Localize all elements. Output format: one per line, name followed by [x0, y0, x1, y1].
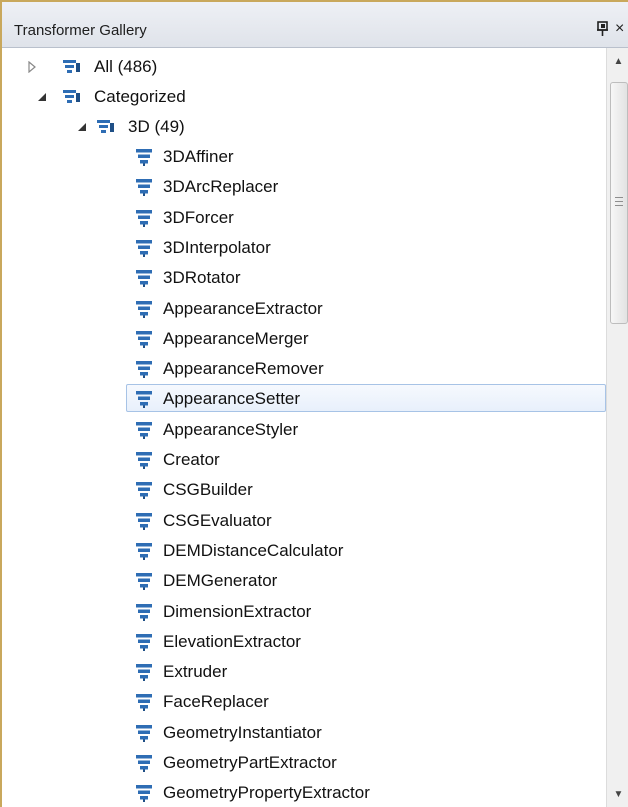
tree-node-transformer[interactable]: DEMDistanceCalculator — [2, 536, 606, 566]
transformer-tree: All (486) Categorized 3D (49) 3DAffiner … — [2, 48, 606, 807]
tree-node-label: GeometryInstantiator — [163, 723, 322, 742]
tree-node-label: 3DAffiner — [163, 147, 234, 166]
tree-node-label: Extruder — [163, 662, 228, 681]
transformer-icon — [134, 541, 154, 561]
tree-node-label: DEMGenerator — [163, 571, 278, 590]
grip-line — [615, 197, 623, 198]
transformer-icon — [134, 662, 154, 682]
expand-arrow-icon[interactable] — [26, 60, 38, 74]
transformer-icon — [134, 420, 154, 440]
transformer-icon — [134, 359, 154, 379]
close-icon[interactable]: × — [615, 20, 628, 38]
tree-node-transformer[interactable]: GeometryPartExtractor — [2, 748, 606, 778]
transformer-icon — [134, 511, 154, 531]
tree-node-label: 3DForcer — [163, 208, 234, 227]
collapse-arrow-icon[interactable] — [76, 120, 88, 132]
tree-node-label: AppearanceRemover — [163, 359, 324, 378]
transformer-gallery-panel: Transformer Gallery × All (486) Categori… — [0, 0, 628, 807]
tree-node-label: DimensionExtractor — [163, 602, 312, 621]
tree-node-label: CSGBuilder — [163, 480, 253, 499]
tree-node-transformer[interactable]: FaceReplacer — [2, 687, 606, 717]
tree-node-all[interactable]: All (486) — [2, 52, 606, 82]
tree-node-transformer[interactable]: AppearanceStyler — [2, 415, 606, 445]
tree-node-label: Categorized — [94, 87, 186, 106]
scroll-up-icon[interactable]: ▲ — [607, 48, 628, 76]
tree-node-transformer[interactable]: AppearanceRemover — [2, 354, 606, 384]
tree-node-3d[interactable]: 3D (49) — [2, 112, 606, 142]
transformer-icon — [134, 329, 154, 349]
tree-node-categorized[interactable]: Categorized — [2, 82, 606, 112]
tree-node-label: AppearanceStyler — [163, 420, 299, 439]
transformer-icon — [134, 147, 154, 167]
tree-node-transformer[interactable]: Extruder — [2, 657, 606, 687]
panel-titlebar: Transformer Gallery × — [2, 2, 628, 48]
tree-node-label: AppearanceSetter — [163, 389, 301, 408]
panel-title: Transformer Gallery — [14, 22, 147, 39]
tree-node-label: All (486) — [94, 57, 158, 76]
transformer-icon — [134, 299, 154, 319]
tree-node-label: ElevationExtractor — [163, 632, 301, 651]
pin-icon[interactable] — [594, 20, 612, 38]
grip-line — [615, 201, 623, 202]
tree-node-transformer[interactable]: DEMGenerator — [2, 566, 606, 596]
transformer-icon — [134, 571, 154, 591]
tree-node-label: AppearanceExtractor — [163, 299, 323, 318]
tree-node-transformer[interactable]: 3DInterpolator — [2, 233, 606, 263]
tree-node-transformer[interactable]: 3DArcReplacer — [2, 172, 606, 202]
tree-node-transformer[interactable]: GeometryInstantiator — [2, 718, 606, 748]
transformer-icon — [134, 450, 154, 470]
tree-node-label: 3DArcReplacer — [163, 177, 279, 196]
transformer-icon — [134, 389, 154, 409]
tree-node-transformer[interactable]: 3DForcer — [2, 203, 606, 233]
collapse-arrow-icon[interactable] — [36, 90, 48, 102]
tree-node-label: AppearanceMerger — [163, 329, 309, 348]
tree-node-transformer[interactable]: CSGEvaluator — [2, 506, 606, 536]
tree-node-label: DEMDistanceCalculator — [163, 541, 344, 560]
transformer-icon — [134, 602, 154, 622]
tree-node-transformer[interactable]: AppearanceSetter — [2, 384, 606, 414]
tree-node-label: CSGEvaluator — [163, 511, 272, 530]
tree-node-transformer[interactable]: CSGBuilder — [2, 475, 606, 505]
tree-node-transformer[interactable]: DimensionExtractor — [2, 597, 606, 627]
grip-line — [615, 205, 623, 206]
tree-node-label: 3DRotator — [163, 268, 241, 287]
scroll-down-icon[interactable]: ▼ — [607, 781, 628, 807]
tree-node-transformer[interactable]: AppearanceExtractor — [2, 294, 606, 324]
tree-node-transformer[interactable]: Creator — [2, 445, 606, 475]
transformer-icon — [134, 208, 154, 228]
scroll-thumb[interactable] — [610, 82, 628, 324]
transformer-icon — [134, 238, 154, 258]
tree-node-label: FaceReplacer — [163, 692, 269, 711]
transformer-icon — [134, 480, 154, 500]
tree-node-label: 3DInterpolator — [163, 238, 271, 257]
tree-node-transformer[interactable]: ElevationExtractor — [2, 627, 606, 657]
transformer-icon — [134, 692, 154, 712]
vertical-scrollbar[interactable]: ▲ ▼ — [606, 48, 628, 807]
tree-node-transformer[interactable]: AppearanceMerger — [2, 324, 606, 354]
transformer-icon — [134, 723, 154, 743]
tree-node-label: 3D (49) — [128, 117, 185, 136]
tree-node-label: GeometryPropertyExtractor — [163, 783, 370, 802]
transformer-icon — [134, 177, 154, 197]
tree-node-transformer[interactable]: 3DAffiner — [2, 142, 606, 172]
transformer-group-icon — [62, 57, 82, 77]
transformer-group-icon — [62, 87, 82, 107]
transformer-icon — [134, 632, 154, 652]
transformer-group-icon — [96, 117, 116, 137]
transformer-icon — [134, 783, 154, 803]
tree-node-transformer[interactable]: GeometryPropertyExtractor — [2, 778, 606, 807]
transformer-icon — [134, 753, 154, 773]
tree-node-label: Creator — [163, 450, 220, 469]
tree-node-transformer[interactable]: 3DRotator — [2, 263, 606, 293]
tree-node-label: GeometryPartExtractor — [163, 753, 337, 772]
transformer-icon — [134, 268, 154, 288]
